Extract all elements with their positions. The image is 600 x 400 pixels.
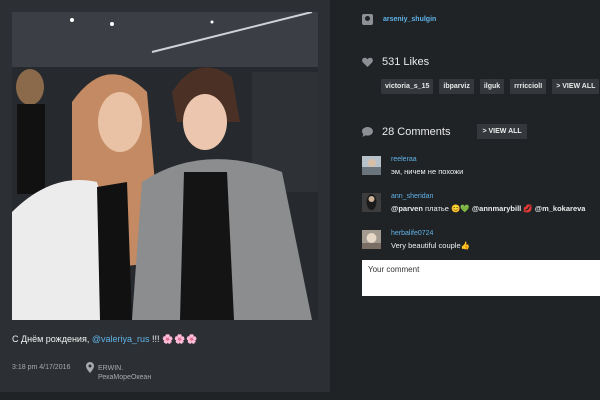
comment-item: ann_sheridan @parven платье 😊💚 @annmaryb… [362, 193, 600, 215]
comment-text-part: платье [422, 204, 452, 213]
comment-username-link[interactable]: ann_sheridan [391, 193, 433, 200]
comments-header: 28 Comments > VIEW ALL [362, 124, 527, 139]
caption-text: С Днём рождения, [12, 334, 92, 344]
author-row: arseniy_shulgin [362, 14, 436, 25]
post-caption: С Днём рождения, @valeriya_rus !!! 🌸🌸🌸 [12, 334, 199, 345]
likes-count: 531 Likes [382, 56, 430, 68]
location-name: ERWIN. [98, 365, 124, 372]
heart-icon [362, 57, 373, 67]
comment-username-link[interactable]: reeleraa [391, 156, 417, 163]
avatar[interactable] [362, 230, 381, 249]
kiss-emoji: 💋 [523, 204, 533, 213]
view-all-comments-button[interactable]: > VIEW ALL [477, 124, 527, 139]
caption-suffix: !!! [149, 334, 162, 344]
post-card: С Днём рождения, @valeriya_rus !!! 🌸🌸🌸 3… [0, 0, 330, 392]
comment-item: herbalife0724 Very beautiful couple👍 [362, 230, 600, 252]
post-photo[interactable] [12, 12, 318, 320]
flower-emoji: 🌸🌸🌸 [162, 334, 199, 344]
comment-mention-link[interactable]: @annmarybill [472, 204, 521, 213]
comment-input[interactable] [362, 260, 600, 296]
comments-count: 28 Comments [382, 125, 451, 138]
post-location[interactable]: ERWIN. РекаМореОкеан [98, 364, 151, 382]
smile-emoji: 😊 [451, 204, 461, 213]
likes-header: 531 Likes [362, 56, 429, 68]
user-icon [362, 14, 373, 25]
comment-text: эм, ничем не похожи [391, 167, 464, 176]
location-subname: РекаМореОкеан [98, 374, 152, 381]
comment-text: Very beautiful couple👍 [391, 241, 470, 250]
liker-chip[interactable]: victoria_s_15 [381, 79, 434, 94]
post-timestamp: 3:18 pm 4/17/2016 [12, 364, 71, 371]
comment-mention-link[interactable]: @parven [391, 204, 423, 213]
liker-chip[interactable]: ilguk [479, 79, 505, 94]
liker-chip[interactable]: ibparviz [439, 79, 474, 94]
comment-item: reeleraa эм, ничем не похожи [362, 156, 600, 178]
avatar[interactable] [362, 156, 381, 175]
couple-photo-illustration [12, 12, 318, 320]
speech-bubble-icon [362, 126, 373, 137]
view-all-likes-button[interactable]: > VIEW ALL [552, 79, 600, 94]
map-pin-icon [86, 362, 94, 373]
avatar[interactable] [362, 193, 381, 212]
liker-chip[interactable]: rrricciolI [510, 79, 547, 94]
comment-username-link[interactable]: herbalife0724 [391, 230, 433, 237]
author-username-link[interactable]: arseniy_shulgin [383, 16, 436, 23]
caption-mention-link[interactable]: @valeriya_rus [92, 334, 150, 344]
likers-list: victoria_s_15 ibparviz ilguk rrricciolI … [381, 79, 600, 94]
green-heart-emoji: 💚 [460, 204, 470, 213]
comment-text: @parven платье 😊💚 @annmarybill 💋 @m_koka… [391, 204, 585, 213]
comment-mention-link[interactable]: @m_kokareva [535, 204, 586, 213]
